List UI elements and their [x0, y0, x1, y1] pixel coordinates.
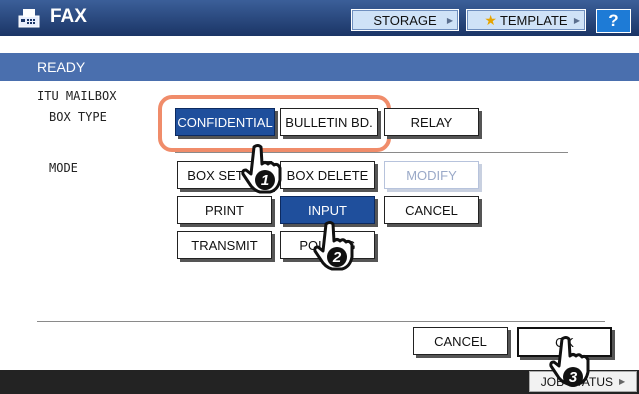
- input-label: INPUT: [308, 202, 347, 218]
- print-button[interactable]: PRINT: [177, 196, 272, 224]
- relay-button[interactable]: RELAY: [384, 108, 479, 136]
- box-type-label: BOX TYPE: [49, 110, 107, 124]
- divider: [175, 152, 568, 153]
- storage-label: STORAGE: [373, 12, 437, 28]
- cancel-mode-label: CANCEL: [405, 202, 458, 218]
- confidential-label: CONFIDENTIAL: [177, 114, 273, 130]
- app-title: FAX: [50, 6, 87, 27]
- help-button[interactable]: ?: [596, 9, 631, 33]
- chevron-right-icon: ▶: [446, 15, 453, 25]
- relay-label: RELAY: [410, 114, 453, 130]
- fax-machine-icon: [18, 9, 40, 28]
- box-delete-button[interactable]: BOX DELETE: [280, 161, 375, 189]
- status-bar: READY: [0, 53, 639, 81]
- chevron-right-icon: ▶: [619, 377, 626, 386]
- bulletin-board-label: BULLETIN BD.: [285, 114, 373, 130]
- transmit-button[interactable]: TRANSMIT: [177, 231, 272, 259]
- step-2-number: 2: [332, 249, 342, 266]
- cancel-mode-button[interactable]: CANCEL: [384, 196, 479, 224]
- pointing-hand-icon: 3: [549, 336, 590, 387]
- box-delete-label: BOX DELETE: [286, 167, 369, 183]
- print-label: PRINT: [205, 202, 244, 218]
- modify-button[interactable]: MODIFY: [384, 161, 479, 189]
- divider: [37, 321, 605, 322]
- help-label: ?: [608, 11, 619, 30]
- cancel-label: CANCEL: [434, 333, 487, 349]
- bulletin-board-button[interactable]: BULLETIN BD.: [280, 108, 378, 136]
- title-bar: FAX STORAGE ▶ ★ TEMPLATE ▶ ?: [0, 0, 639, 36]
- pointing-hand-icon: 2: [313, 221, 354, 271]
- template-label: TEMPLATE: [499, 12, 568, 28]
- pointing-hand-icon: 1: [241, 144, 282, 194]
- template-button[interactable]: ★ TEMPLATE ▶: [466, 9, 586, 31]
- storage-button[interactable]: STORAGE ▶: [351, 9, 459, 31]
- status-text: READY: [37, 59, 86, 75]
- mode-label: MODE: [49, 161, 78, 175]
- step-3-number: 3: [569, 369, 578, 386]
- step-1-number: 1: [261, 172, 269, 189]
- cancel-button[interactable]: CANCEL: [413, 327, 508, 355]
- transmit-label: TRANSMIT: [191, 237, 258, 253]
- chevron-right-icon: ▶: [573, 15, 580, 25]
- modify-label: MODIFY: [406, 167, 457, 183]
- star-icon: ★: [484, 11, 497, 28]
- confidential-button[interactable]: CONFIDENTIAL: [175, 108, 275, 136]
- section-title: ITU MAILBOX: [37, 89, 117, 103]
